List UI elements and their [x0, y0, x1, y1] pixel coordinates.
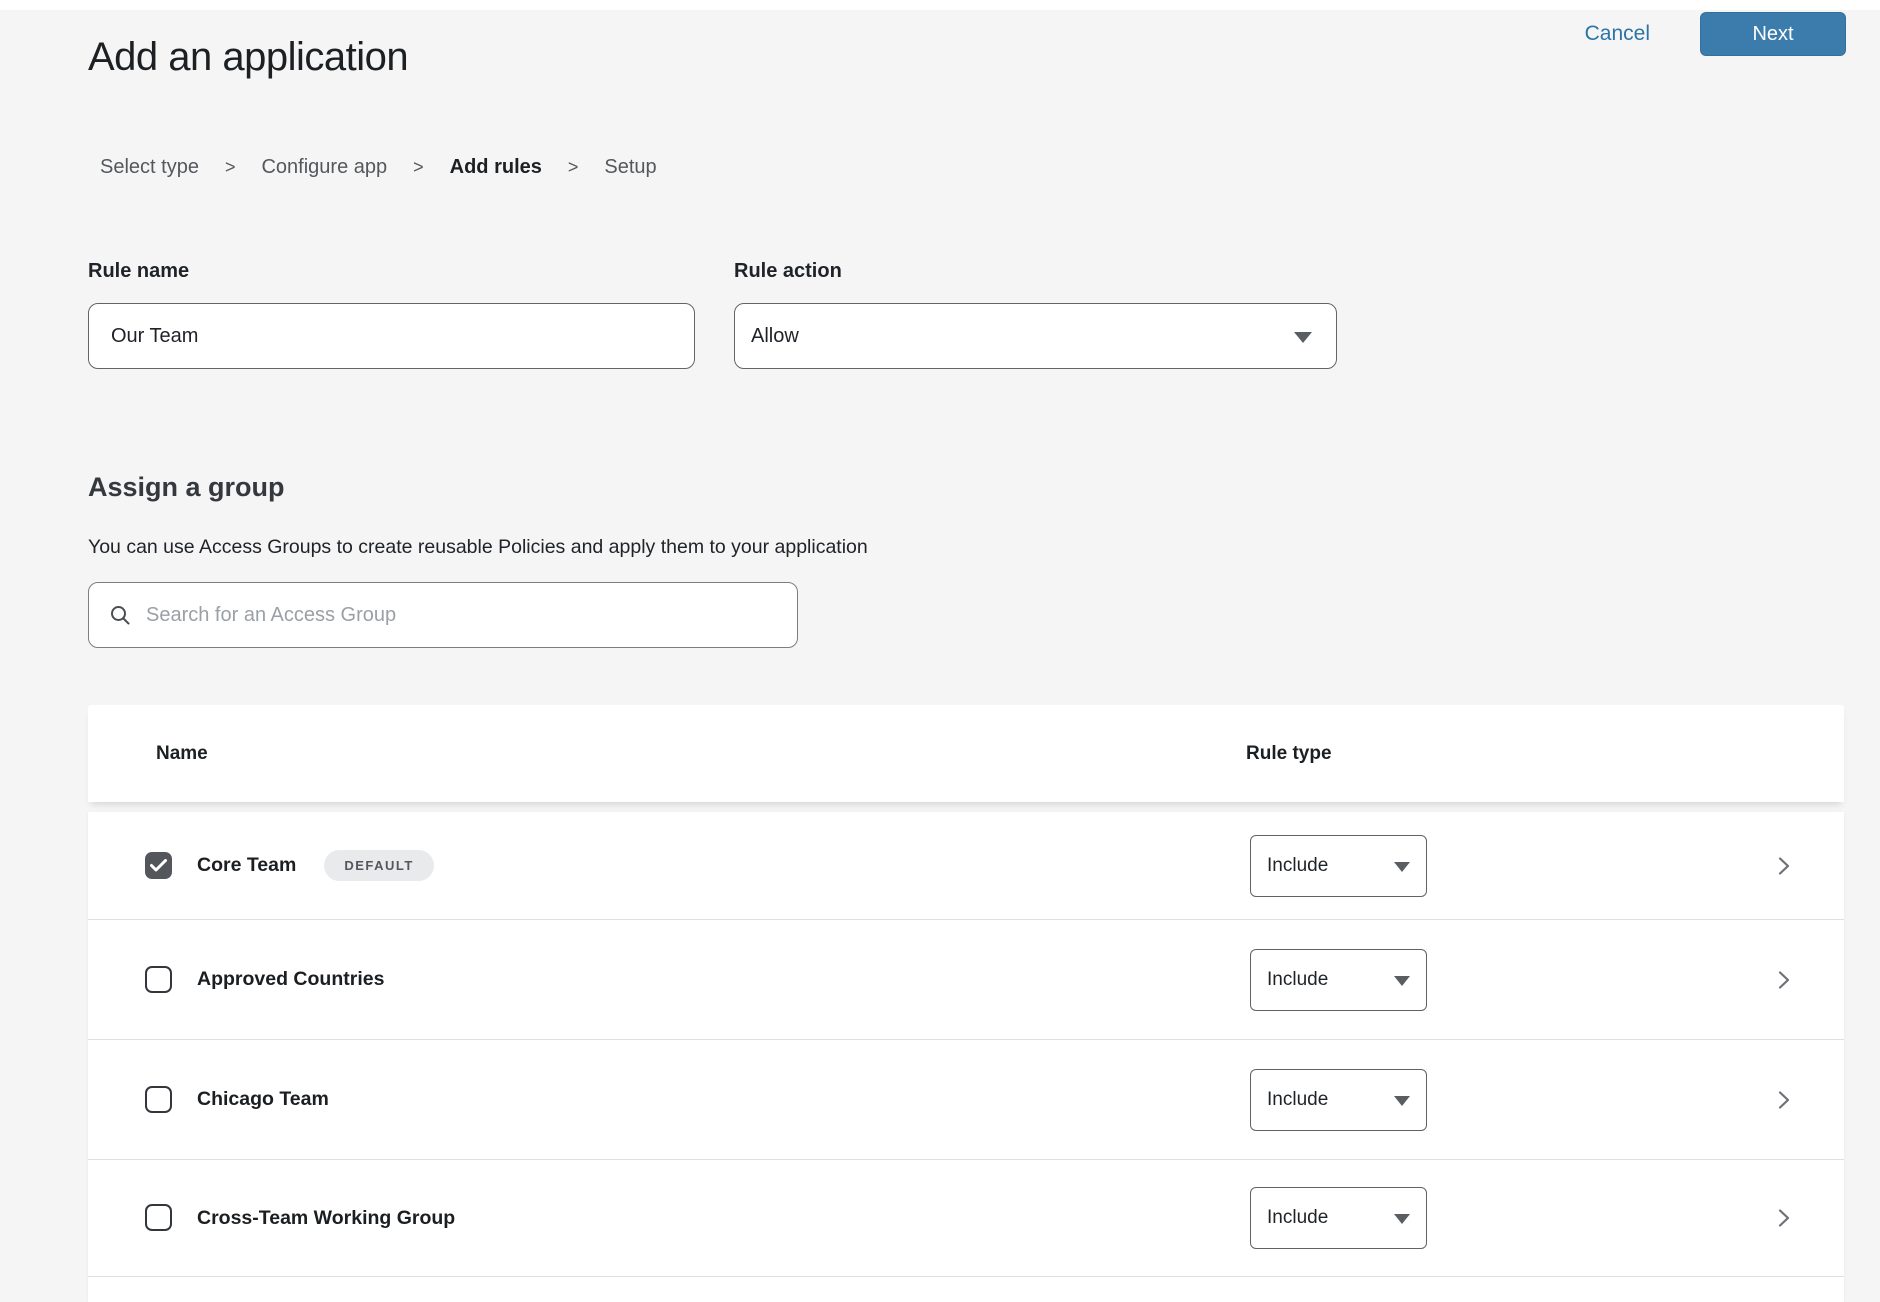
breadcrumb-separator: >	[225, 157, 236, 178]
rule-action-label: Rule action	[734, 260, 842, 283]
breadcrumb-step-add-rules[interactable]: Add rules	[450, 156, 542, 179]
breadcrumb-step-setup[interactable]: Setup	[604, 156, 656, 179]
search-icon	[109, 604, 131, 626]
access-group-search	[88, 582, 798, 648]
rule-action-value: Allow	[751, 325, 799, 348]
caret-down-icon	[1394, 1096, 1410, 1106]
rule-action-select[interactable]: Allow	[734, 303, 1337, 369]
header-actions: Cancel Next	[1585, 12, 1846, 56]
assign-group-heading: Assign a group	[88, 472, 285, 503]
breadcrumb-step-configure-app[interactable]: Configure app	[261, 156, 387, 179]
chevron-right-icon[interactable]	[1771, 854, 1795, 878]
rule-type-value: Include	[1267, 1089, 1328, 1111]
rule-type-select[interactable]: Include	[1250, 949, 1427, 1011]
breadcrumb: Select type > Configure app > Add rules …	[100, 156, 657, 179]
caret-down-icon	[1294, 332, 1312, 343]
group-table-header: Name Rule type	[88, 705, 1844, 802]
rule-type-value: Include	[1267, 855, 1328, 877]
chevron-right-icon[interactable]	[1771, 968, 1795, 992]
rule-name-label: Rule name	[88, 260, 189, 283]
breadcrumb-separator: >	[413, 157, 424, 178]
chevron-right-icon[interactable]	[1771, 1206, 1795, 1230]
row-checkbox[interactable]	[145, 966, 172, 993]
caret-down-icon	[1394, 1214, 1410, 1224]
group-name: Core Team	[197, 854, 296, 877]
row-checkbox[interactable]	[145, 852, 172, 879]
rule-type-select[interactable]: Include	[1250, 1187, 1427, 1249]
caret-down-icon	[1394, 976, 1410, 986]
next-button[interactable]: Next	[1700, 12, 1846, 56]
table-row: Cross-Team Working Group Include	[88, 1160, 1844, 1277]
rule-type-value: Include	[1267, 1207, 1328, 1229]
search-input[interactable]	[144, 582, 797, 648]
group-name: Approved Countries	[197, 968, 384, 991]
rule-name-input[interactable]	[88, 303, 695, 369]
page-title: Add an application	[88, 35, 408, 80]
check-icon	[150, 859, 167, 872]
table-row: Approved Countries Include	[88, 920, 1844, 1040]
top-strip	[0, 0, 1880, 10]
column-header-rule-type: Rule type	[1246, 743, 1332, 765]
table-row: Core Team DEFAULT Include	[88, 812, 1844, 920]
cancel-button[interactable]: Cancel	[1585, 22, 1650, 46]
breadcrumb-step-select-type[interactable]: Select type	[100, 156, 199, 179]
group-name: Cross-Team Working Group	[197, 1207, 455, 1230]
rule-type-select[interactable]: Include	[1250, 1069, 1427, 1131]
group-table-body: Core Team DEFAULT Include Approved Count…	[88, 812, 1844, 1302]
column-header-name: Name	[156, 743, 208, 765]
chevron-right-icon[interactable]	[1771, 1088, 1795, 1112]
caret-down-icon	[1394, 862, 1410, 872]
group-name: Chicago Team	[197, 1088, 329, 1111]
row-checkbox[interactable]	[145, 1204, 172, 1231]
row-checkbox[interactable]	[145, 1086, 172, 1113]
rule-type-value: Include	[1267, 969, 1328, 991]
default-badge: DEFAULT	[324, 850, 433, 881]
table-row: Chicago Team Include	[88, 1040, 1844, 1160]
breadcrumb-separator: >	[568, 157, 579, 178]
rule-type-select[interactable]: Include	[1250, 835, 1427, 897]
assign-group-description: You can use Access Groups to create reus…	[88, 536, 868, 559]
